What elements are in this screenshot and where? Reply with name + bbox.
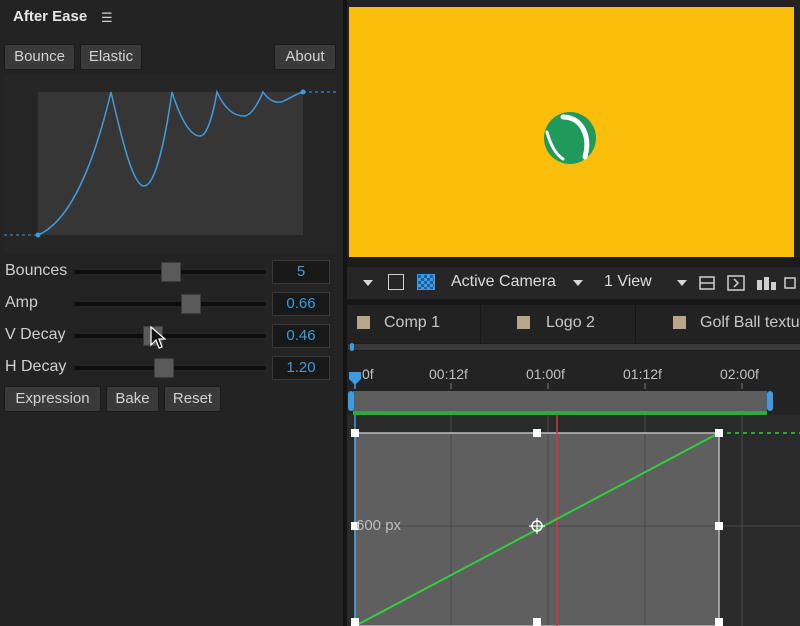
work-area-bar[interactable] [347, 389, 800, 415]
timeline-tabs: Comp 1 Logo 2 Golf Ball textu [347, 305, 800, 343]
graph-editor[interactable] [347, 415, 800, 626]
amp-slider-thumb[interactable] [181, 294, 201, 314]
hamburger-icon[interactable]: ☰ [101, 10, 113, 26]
viewer-bottom-strip [347, 257, 800, 267]
after-ease-panel: After Ease ☰ Bounce Elastic About Bounce… [0, 0, 343, 626]
curve-plot-area [38, 92, 303, 235]
v-decay-slider-track[interactable] [74, 334, 266, 338]
playhead-marker-icon[interactable] [349, 372, 361, 389]
work-area-end-handle[interactable] [767, 391, 773, 411]
curve-start-point[interactable] [35, 232, 41, 238]
graph-value-label: 600 px [356, 517, 402, 534]
curve-end-point[interactable] [300, 89, 306, 95]
bake-button[interactable]: Bake [106, 386, 159, 412]
h-decay-label: H Decay [5, 358, 67, 375]
v-decay-value[interactable]: 0.46 [272, 324, 330, 348]
tab-divider [635, 305, 636, 343]
bounces-value[interactable]: 5 [272, 260, 330, 284]
h-decay-value[interactable]: 1.20 [272, 356, 330, 380]
tab-label: Comp 1 [384, 314, 441, 331]
amp-value[interactable]: 0.66 [272, 292, 330, 316]
tab-divider [480, 305, 481, 343]
transparency-grid-icon[interactable] [417, 274, 435, 290]
comp-label-swatch [517, 316, 530, 329]
viewer-toolbar: Active Camera 1 View [347, 267, 800, 299]
camera-select[interactable]: Active Camera [451, 273, 556, 291]
comp-label-swatch [673, 316, 686, 329]
fast-preview-icon[interactable] [699, 276, 715, 290]
mouse-cursor-icon [150, 326, 166, 349]
tab-label: Logo 2 [546, 314, 595, 331]
reset-button[interactable]: Reset [164, 386, 221, 412]
region-of-interest-icon[interactable] [388, 274, 404, 290]
bounces-label: Bounces [5, 262, 68, 279]
expression-button[interactable]: Expression [4, 386, 101, 412]
timeline-navigator[interactable] [347, 343, 800, 351]
graph-canvas [351, 415, 800, 626]
ruler-ticks [349, 372, 743, 389]
comp-label-swatch [357, 316, 370, 329]
amp-slider-track[interactable] [74, 302, 266, 306]
v-decay-label: V Decay [5, 326, 66, 343]
viewer-canvas [544, 112, 596, 164]
view-layout-select[interactable]: 1 View [604, 273, 652, 291]
navigator-handle[interactable] [350, 343, 354, 351]
time-ruler[interactable]: 0f 00:12f 01:00f 01:12f 02:00f [347, 351, 800, 389]
amp-label: Amp [5, 294, 38, 311]
viewer-tool-icons [699, 275, 796, 291]
viewer-options-arrow-icon[interactable] [363, 280, 373, 286]
work-area-range[interactable] [353, 391, 767, 411]
composition-viewer[interactable] [349, 7, 794, 257]
navigator-bar[interactable] [348, 344, 800, 350]
bounce-button[interactable]: Bounce [4, 44, 75, 70]
about-button[interactable]: About [274, 44, 336, 70]
work-area-start-handle[interactable] [348, 391, 354, 411]
bounces-slider-thumb[interactable] [161, 262, 181, 282]
ease-curve-graph [4, 89, 336, 238]
tab-label: Golf Ball textu [700, 314, 800, 331]
timeline-toggle-icon[interactable] [727, 275, 745, 291]
view-dropdown-arrow-icon[interactable] [677, 280, 687, 286]
reset-exposure-icon[interactable] [784, 277, 796, 289]
panel-title: After Ease [13, 8, 88, 25]
app-root: After Ease ☰ Bounce Elastic About Bounce… [0, 0, 800, 626]
h-decay-slider-thumb[interactable] [154, 358, 174, 378]
ease-curve-preview [4, 74, 336, 254]
elastic-button[interactable]: Elastic [80, 44, 142, 70]
camera-dropdown-arrow-icon[interactable] [573, 280, 583, 286]
flowchart-icon[interactable] [757, 277, 776, 290]
